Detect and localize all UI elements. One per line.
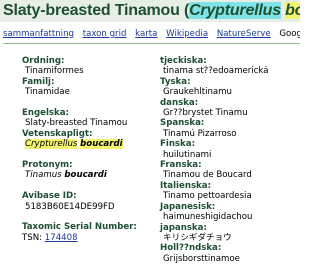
lang-label-finska: Finska: [160,139,196,150]
nav-link-sammanfattning[interactable]: sammanfattning [3,29,74,39]
protonym-species: boucardi [64,170,107,181]
protonym-genus: Tinamus [25,170,62,181]
lang-label-spanska: Spanska: [160,118,205,129]
right-column: tjeckiska: tinama st??edoamerická Tyska:… [160,56,300,264]
familj-label: Familj: [22,76,55,87]
lang-label-franska: Franska: [160,160,202,171]
vetenskapligt-label: Vetenskapligt: [22,128,93,139]
vetenskapligt-value: Crypturellus boucardi [22,139,142,150]
lang-label-tyska: Tyska: [160,76,191,87]
title-common-name: Slaty-breasted Tinamou [3,2,180,19]
protonym-value: Tinamus boucardi [22,170,142,180]
ordning-value: Tinamiformes [25,66,84,77]
lang-value-hollandska: Grijsborsttinamoe [163,253,240,264]
left-column: Ordning: Tinamiformes Familj: Tinamidae … [22,56,142,243]
lang-value-franska: Tinamou de Boucard [163,170,252,181]
avibase-label: Avibase ID: [22,191,77,202]
lang-label-japanesisk: Japanesisk: [160,201,216,212]
lang-value-finska: huilutinami [163,149,212,160]
vetenskapligt-species: boucardi [80,139,123,150]
ordning-label: Ordning: [22,56,65,66]
avibase-value: 5183B60E14DE99FD [25,201,115,212]
lang-label-danska: danska: [160,97,199,108]
lang-label-hollandska: Holl??ndska: [160,243,222,254]
protonym-label: Protonym: [22,160,73,171]
title-genus: Crypturellus [189,2,281,19]
tsn-link[interactable]: 174408 [45,233,78,243]
title-bar: Slaty-breasted Tinamou (Crypturellus bou… [0,0,300,22]
lang-value-tjeckiska: tinama st??edoamerická [163,66,269,77]
lang-label-italienska: Italienska: [160,180,212,191]
lang-label-tjeckiska: tjeckiska: [160,56,207,66]
nav-link-natureserve[interactable]: NatureServe [217,29,271,39]
tsn-prefix: TSN: [22,232,43,243]
familj-value: Tinamidae [25,87,70,98]
engelska-value: Slaty-breasted Tinamou [25,118,128,129]
tsn-label: Taxomic Serial Number: [22,222,137,233]
lang-value-tyska: Graukehltinamu [163,87,232,98]
title-species: boucardi [285,2,300,19]
nav-link-karta[interactable]: karta [135,29,157,39]
tsn-value-row: TSN: 174408 [22,233,142,243]
nav-links: sammanfattning taxon grid karta Wikipedi… [3,26,300,40]
lang-value-italienska: Tinamo pettoardesia [163,191,252,202]
nav-link-taxon-grid[interactable]: taxon grid [83,29,127,39]
lang-value-spanska: Tinamú Pizarroso [163,128,237,139]
divider [3,43,300,44]
lang-value-japanska: キリシギダチョウ [163,232,232,243]
page-title: Slaty-breasted Tinamou (Crypturellus bou… [3,1,300,21]
lang-value-danska: Gr??brystet Tinamu [163,108,248,119]
vetenskapligt-genus: Crypturellus [25,139,78,150]
engelska-label: Engelska: [22,108,69,119]
lang-value-japanesisk: haimuneshigidachou [163,212,253,223]
google-label: Google: W [279,29,300,39]
nav-link-wikipedia[interactable]: Wikipedia [166,29,208,39]
lang-label-japanska: japanska: [160,222,207,233]
